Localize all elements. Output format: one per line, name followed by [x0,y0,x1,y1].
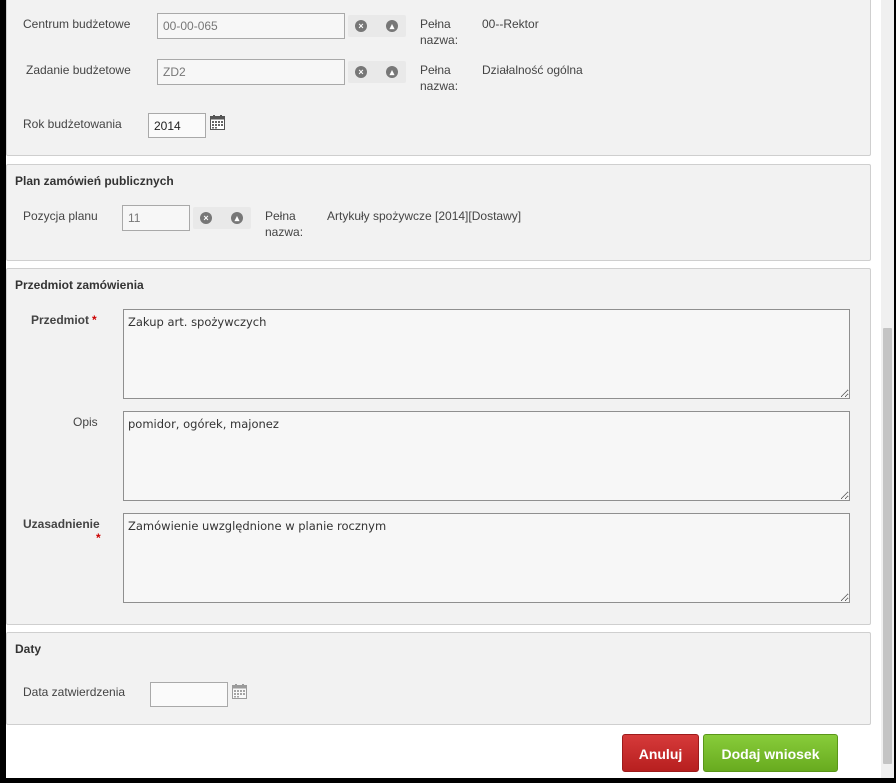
dates-fieldset [6,632,871,725]
budget-task-full-name: Działalność ogólna [482,63,583,77]
budget-year-input[interactable] [148,113,206,138]
budget-center-full-name: 00--Rektor [482,17,539,31]
plan-legend: Plan zamówień publicznych [15,174,174,188]
calendar-icon[interactable] [210,115,225,130]
required-mark: * [92,313,97,327]
clear-icon[interactable]: × [200,212,212,224]
required-mark-star: * [96,531,101,545]
add-request-button[interactable]: Dodaj wniosek [703,734,838,772]
justification-label: Uzasadnienie [23,517,100,531]
justification-textarea[interactable]: Zamówienie uwzględnione w planie rocznym [123,513,850,603]
subject-textarea[interactable]: Zakup art. spożywczych [123,309,850,399]
select-icon[interactable]: ▴ [231,212,243,224]
calendar-icon[interactable] [232,684,247,699]
budget-task-label: Zadanie budżetowe [26,63,131,77]
clear-icon[interactable]: × [355,66,367,78]
budget-task-input[interactable] [157,59,345,85]
subject-label-text: Przedmiot [31,313,90,327]
scrollbar-thumb[interactable] [883,328,892,764]
full-name-label-2: nazwa: [420,79,459,93]
description-textarea[interactable]: pomidor, ogórek, majonez [123,411,850,501]
full-name-label: Pełna [420,17,451,31]
plan-position-input[interactable] [122,205,190,231]
clear-icon[interactable]: × [355,20,367,32]
full-name-label-2: nazwa: [265,225,304,239]
dates-legend: Daty [15,642,42,656]
cancel-button[interactable]: Anuluj [622,734,699,772]
budget-year-label: Rok budżetowania [23,117,122,131]
full-name-label-2: nazwa: [420,33,459,47]
subject-label: Przedmiot * [31,313,97,328]
approval-date-input[interactable] [150,682,228,707]
plan-full-name: Artykuły spożywcze [2014][Dostawy] [327,209,522,223]
full-name-label: Pełna [265,209,296,223]
required-mark: * [93,531,101,546]
full-name-label: Pełna [420,63,451,77]
approval-date-label: Data zatwierdzenia [23,685,126,699]
subject-legend: Przedmiot zamówienia [15,278,144,292]
select-icon[interactable]: ▴ [386,66,398,78]
budget-center-label: Centrum budżetowe [23,17,131,31]
budget-center-input[interactable] [157,13,345,39]
plan-position-label: Pozycja planu [23,209,98,223]
description-label: Opis [73,415,98,429]
select-icon[interactable]: ▴ [386,20,398,32]
